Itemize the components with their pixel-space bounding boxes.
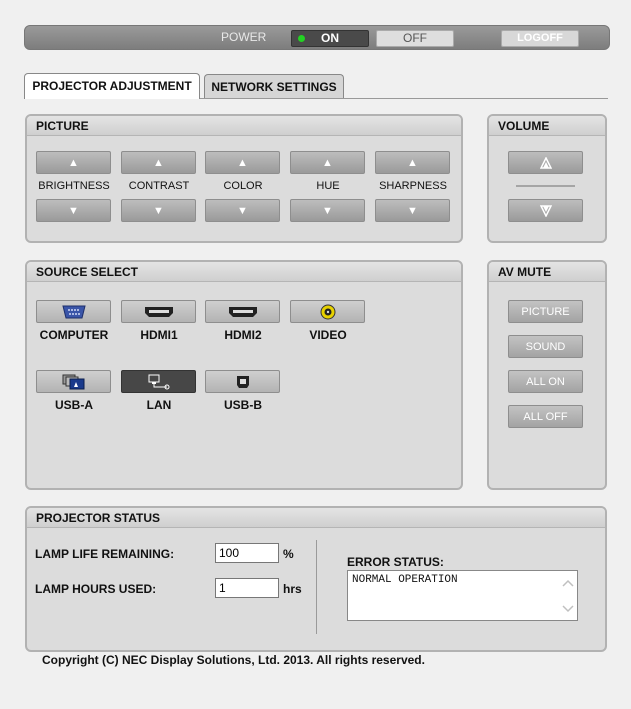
av-mute-picture-button[interactable]: PICTURE (508, 300, 583, 323)
up-arrow-icon: ▲ (322, 157, 333, 169)
copyright-text: Copyright (C) NEC Display Solutions, Ltd… (42, 653, 425, 667)
lamp-life-field[interactable] (215, 543, 279, 563)
hdmi-connector-icon (228, 306, 258, 318)
tab-divider (200, 98, 608, 99)
av-mute-all-off-button[interactable]: ALL OFF (508, 405, 583, 428)
down-arrow-icon: ▼ (407, 205, 418, 217)
rca-connector-icon (320, 304, 336, 320)
lamp-life-label: LAMP LIFE REMAINING: (35, 547, 175, 561)
power-off-button[interactable]: OFF (376, 30, 454, 47)
source-lan-button[interactable] (121, 370, 196, 393)
scroll-up-icon (562, 579, 574, 587)
error-status-textarea[interactable]: NORMAL OPERATION (347, 570, 578, 621)
lamp-hours-field[interactable] (215, 578, 279, 598)
brightness-down-button[interactable]: ▼ (36, 199, 111, 222)
usb-viewer-icon (62, 374, 86, 390)
lamp-hours-label: LAMP HOURS USED: (35, 582, 157, 596)
lan-network-icon (145, 374, 173, 390)
av-mute-sound-button[interactable]: SOUND (508, 335, 583, 358)
power-label: POWER (221, 30, 267, 44)
hue-down-button[interactable]: ▼ (290, 199, 365, 222)
power-on-indicator-icon (298, 35, 305, 42)
av-mute-all-on-button[interactable]: ALL ON (508, 370, 583, 393)
source-select-panel-title: SOURCE SELECT (27, 262, 461, 282)
volume-panel: VOLUME (487, 114, 607, 243)
sharpness-label: SHARPNESS (379, 180, 447, 192)
lamp-life-unit: % (283, 547, 294, 561)
down-arrow-icon: ▼ (68, 205, 79, 217)
logoff-button[interactable]: LOGOFF (501, 30, 579, 47)
power-on-label: ON (321, 31, 339, 45)
volume-down-button[interactable] (508, 199, 583, 222)
usb-b-connector-icon (235, 375, 251, 389)
down-arrow-icon (539, 205, 552, 218)
down-arrow-icon: ▼ (322, 205, 333, 217)
contrast-down-button[interactable]: ▼ (121, 199, 196, 222)
sharpness-up-button[interactable]: ▲ (375, 151, 450, 174)
tab-projector-adjustment[interactable]: PROJECTOR ADJUSTMENT (24, 73, 200, 99)
error-status-value: NORMAL OPERATION (352, 574, 458, 586)
volume-divider (516, 185, 575, 187)
projector-status-panel-title: PROJECTOR STATUS (27, 508, 605, 528)
contrast-up-button[interactable]: ▲ (121, 151, 196, 174)
tab-network-settings[interactable]: NETWORK SETTINGS (204, 74, 344, 98)
hue-up-button[interactable]: ▲ (290, 151, 365, 174)
color-down-button[interactable]: ▼ (205, 199, 280, 222)
color-up-button[interactable]: ▲ (205, 151, 280, 174)
error-status-scrollbar[interactable] (561, 577, 575, 615)
status-divider (316, 540, 317, 634)
up-arrow-icon: ▲ (68, 157, 79, 169)
power-on-button[interactable]: ON (291, 30, 369, 47)
source-hdmi1-button[interactable] (121, 300, 196, 323)
error-status-label: ERROR STATUS: (347, 555, 444, 569)
volume-panel-title: VOLUME (489, 116, 605, 136)
volume-up-button[interactable] (508, 151, 583, 174)
source-video-button[interactable] (290, 300, 365, 323)
source-computer-button[interactable] (36, 300, 111, 323)
av-mute-panel-title: AV MUTE (489, 262, 605, 282)
source-usb-b-button[interactable] (205, 370, 280, 393)
picture-panel-title: PICTURE (27, 116, 461, 136)
down-arrow-icon: ▼ (237, 205, 248, 217)
up-arrow-icon (539, 156, 552, 169)
up-arrow-icon: ▲ (407, 157, 418, 169)
sharpness-down-button[interactable]: ▼ (375, 199, 450, 222)
vga-connector-icon (61, 305, 87, 319)
up-arrow-icon: ▲ (153, 157, 164, 169)
source-hdmi2-button[interactable] (205, 300, 280, 323)
hdmi-connector-icon (144, 306, 174, 318)
up-arrow-icon: ▲ (237, 157, 248, 169)
source-usb-b-label: USB-B (224, 398, 262, 412)
picture-panel: PICTURE (25, 114, 463, 243)
scroll-down-icon (562, 605, 574, 613)
source-video-label: VIDEO (309, 328, 347, 342)
down-arrow-icon: ▼ (153, 205, 164, 217)
lamp-hours-unit: hrs (283, 582, 302, 596)
source-usb-a-button[interactable] (36, 370, 111, 393)
brightness-up-button[interactable]: ▲ (36, 151, 111, 174)
